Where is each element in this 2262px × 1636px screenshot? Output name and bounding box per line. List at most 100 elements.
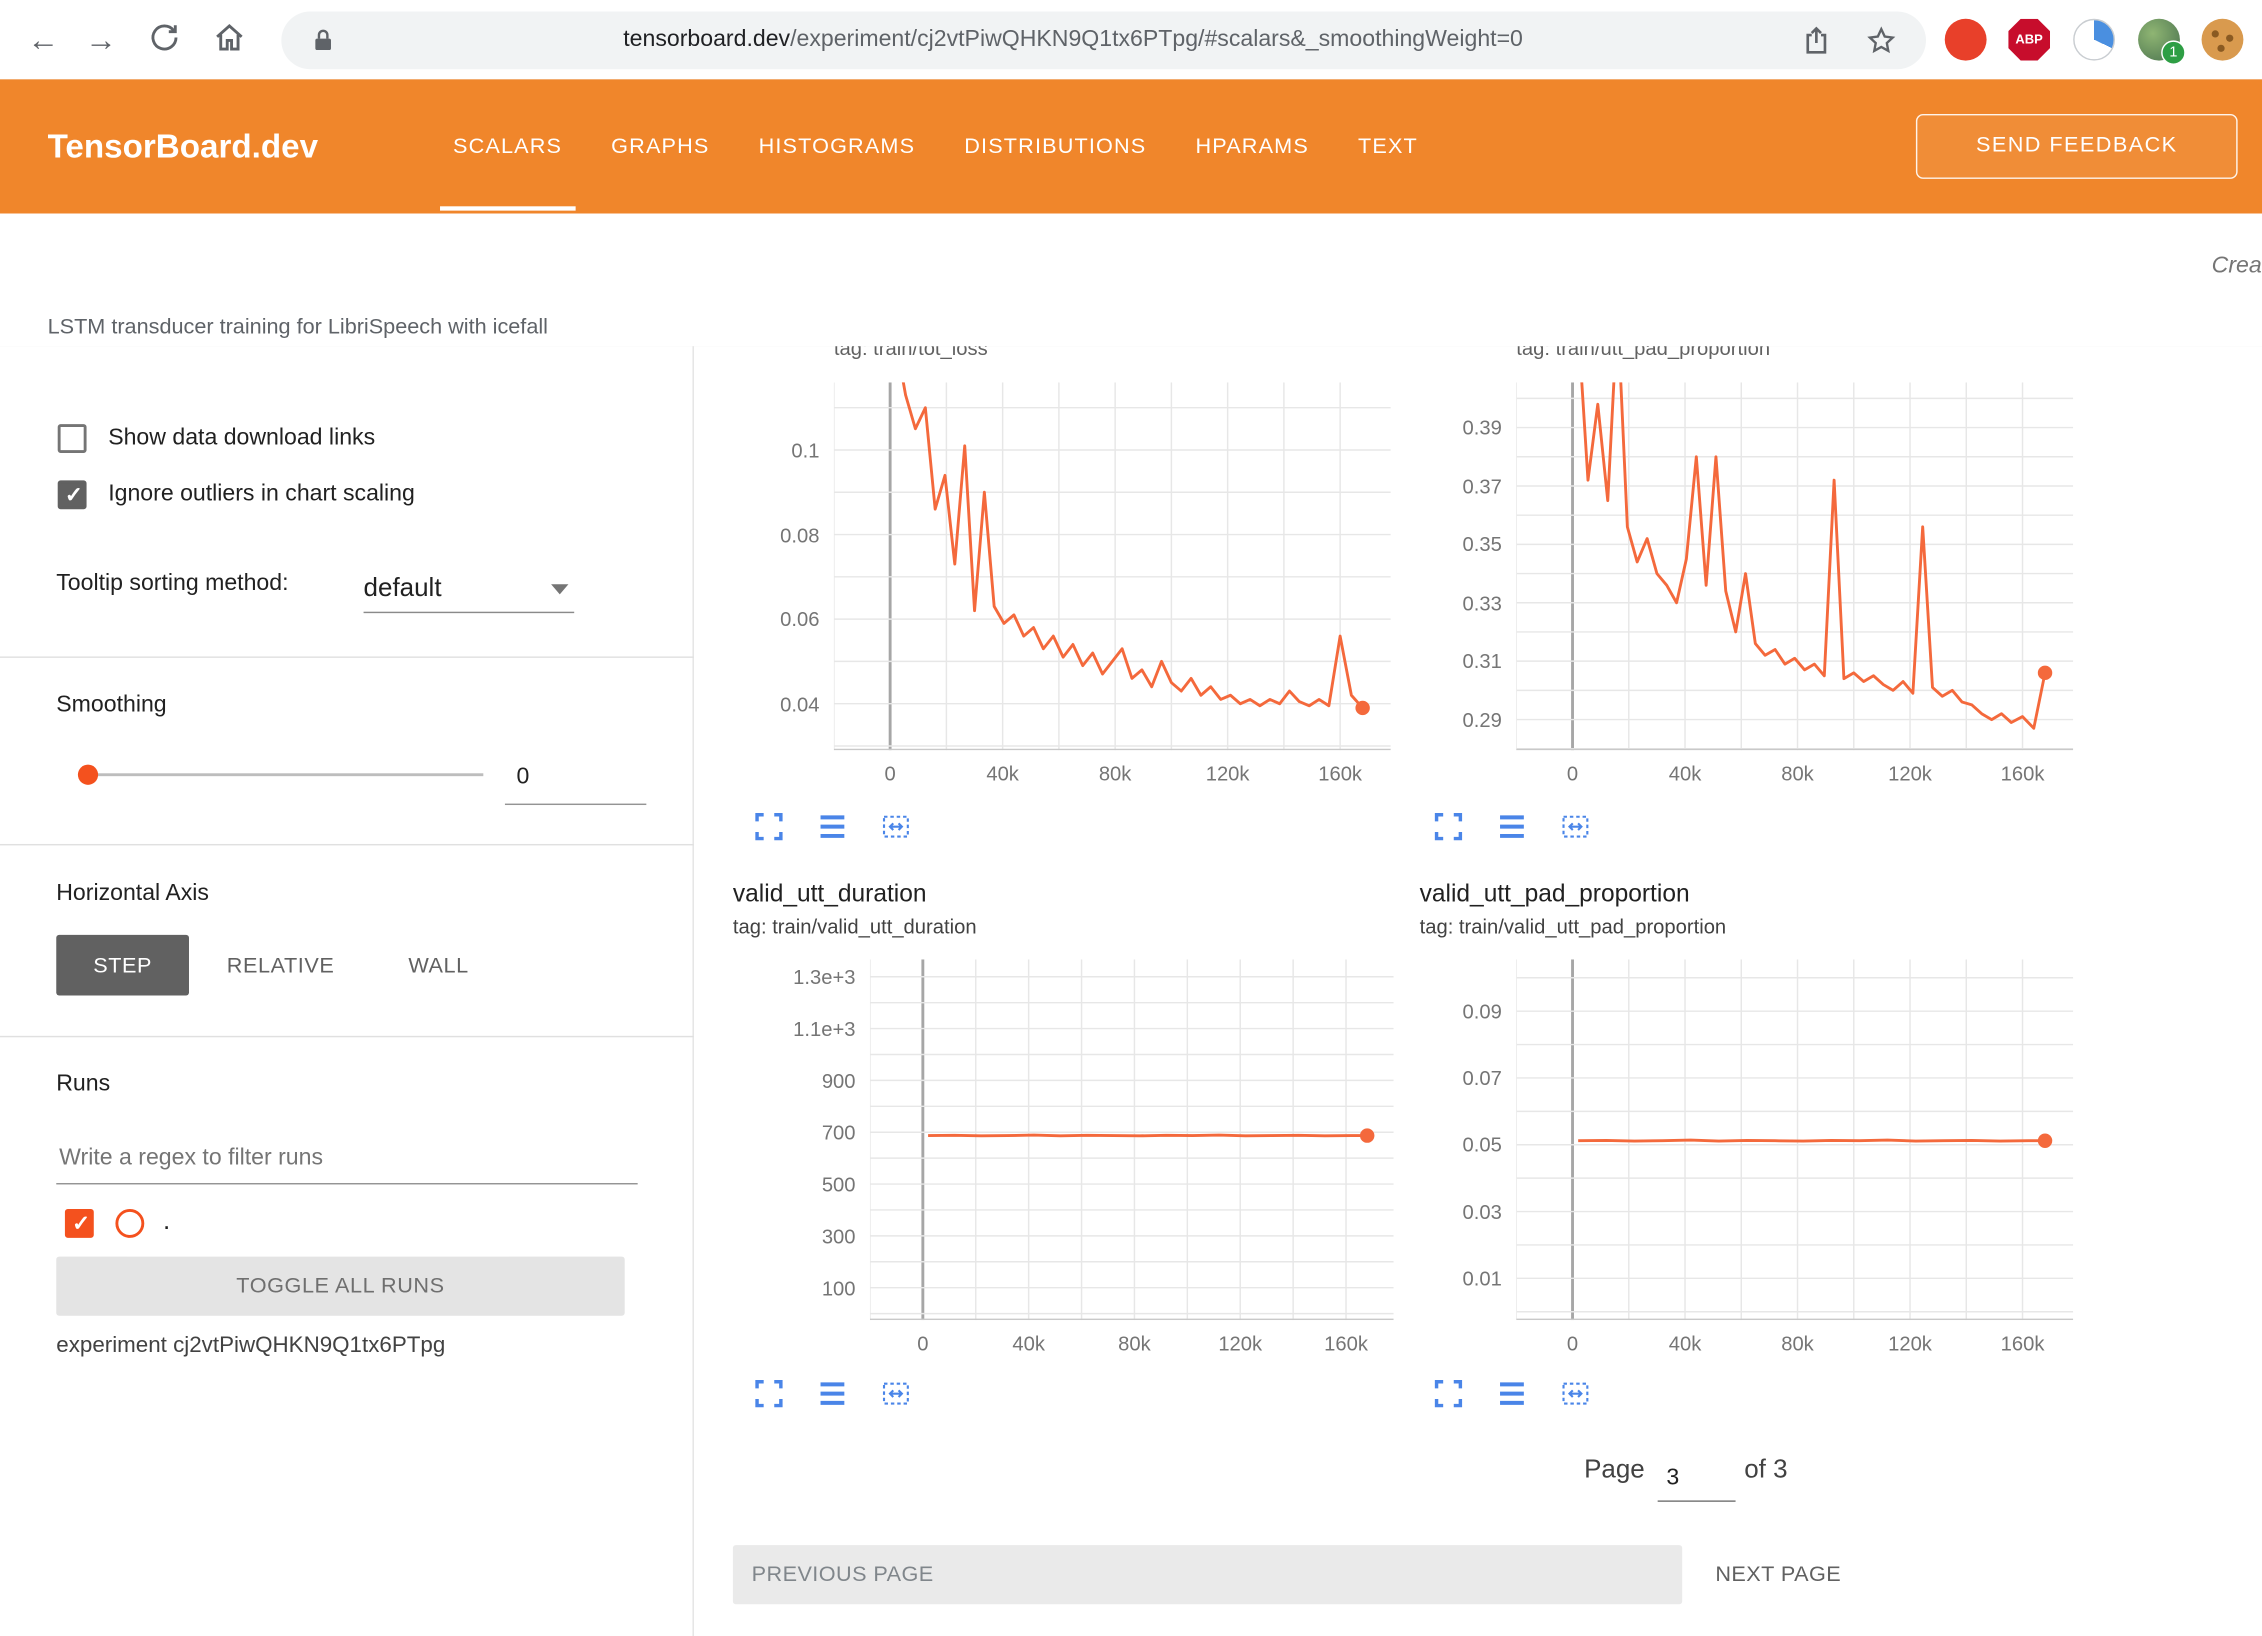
scalar-chart-valid-utt-pad-proportion[interactable]: 0.010.030.050.070.09040k80k120k160k: [1516, 959, 2073, 1320]
x-tick-label: 120k: [1867, 1332, 1954, 1355]
page-label: Page: [1584, 1454, 1645, 1484]
fit-domain-icon[interactable]: [880, 1378, 912, 1410]
extension-red-icon[interactable]: [1945, 19, 1987, 61]
tab-distributions[interactable]: DISTRIBUTIONS: [940, 79, 1171, 213]
fit-domain-icon[interactable]: [1560, 811, 1592, 843]
chart-title: valid_utt_pad_proportion: [1420, 880, 1690, 909]
page-of-label: of 3: [1744, 1454, 1787, 1484]
tooltip-sorting-dropdown[interactable]: default: [364, 566, 575, 614]
extension-pie-icon[interactable]: [2073, 19, 2115, 61]
y-tick-label: 1.3e+3: [793, 964, 855, 990]
url-path: /experiment/cj2vtPiwQHKN9Q1tx6PTpg/#scal…: [790, 27, 1523, 52]
fullscreen-icon[interactable]: [1433, 1378, 1465, 1410]
browser-toolbar: ← → tensorboard.dev/experiment/cj2vtPiwQ…: [0, 0, 2262, 81]
show-download-links-checkbox[interactable]: [58, 424, 87, 453]
y-tick-label: 0.08: [780, 522, 819, 548]
chart-title: valid_utt_duration: [733, 880, 927, 909]
fit-domain-icon[interactable]: [880, 811, 912, 843]
y-tick-label: 500: [822, 1171, 856, 1197]
axis-step-button[interactable]: STEP: [56, 935, 189, 996]
tooltip-sorting-value: default: [364, 573, 442, 602]
x-tick-label: 160k: [1297, 762, 1384, 785]
profile-avatar[interactable]: 1: [2138, 19, 2180, 61]
run-color-swatch[interactable]: [115, 1209, 144, 1238]
back-icon[interactable]: ←: [23, 20, 63, 60]
x-tick-label: 120k: [1867, 762, 1954, 785]
y-tick-label: 900: [822, 1067, 856, 1093]
fullscreen-icon[interactable]: [1433, 811, 1465, 843]
url-bar[interactable]: tensorboard.dev/experiment/cj2vtPiwQHKN9…: [281, 12, 1926, 70]
axis-relative-button[interactable]: RELATIVE: [189, 935, 372, 996]
scalar-chart-valid-utt-duration[interactable]: 1003005007009001.1e+31.3e+3040k80k120k16…: [870, 959, 1394, 1320]
tab-hparams[interactable]: HPARAMS: [1171, 79, 1334, 213]
chart-tag: tag: train/valid_utt_pad_proportion: [1420, 915, 1727, 938]
tab-text[interactable]: TEXT: [1333, 79, 1442, 213]
forward-icon[interactable]: →: [81, 20, 121, 60]
url-domain: tensorboard.dev: [623, 27, 790, 52]
divider: [0, 656, 694, 657]
url-text: tensorboard.dev/experiment/cj2vtPiwQHKN9…: [623, 12, 1523, 70]
share-icon[interactable]: [1800, 25, 1832, 57]
runs-filter-input[interactable]: [56, 1133, 637, 1185]
y-tick-label: 100: [822, 1275, 856, 1301]
show-download-links-label: Show data download links: [108, 426, 375, 452]
chart-toolbar: [1433, 811, 1592, 843]
y-tick-label: 0.33: [1463, 590, 1502, 616]
home-icon[interactable]: [209, 20, 249, 60]
chart-tag: tag: train/valid_utt_duration: [733, 915, 977, 938]
cookie-icon[interactable]: [2202, 19, 2244, 61]
chart-tag-clipped: tag: train/utt_pad_proportion: [1516, 346, 1770, 359]
truncated-right-text: Crea: [2212, 254, 2262, 280]
divider: [0, 1036, 694, 1037]
smoothing-label: Smoothing: [56, 692, 166, 718]
smoothing-slider[interactable]: [79, 773, 483, 776]
tab-graphs[interactable]: GRAPHS: [587, 79, 734, 213]
run-name: .: [163, 1206, 170, 1236]
app-header: TensorBoard.dev SCALARS GRAPHS HISTOGRAM…: [0, 79, 2262, 213]
bookmark-star-icon[interactable]: [1865, 25, 1897, 57]
y-tick-label: 0.37: [1463, 473, 1502, 499]
y-tick-label: 0.29: [1463, 707, 1502, 733]
fit-domain-icon[interactable]: [1560, 1378, 1592, 1410]
x-tick-label: 40k: [1642, 1332, 1729, 1355]
y-tick-label: 0.01: [1463, 1265, 1502, 1291]
y-tick-label: 1.1e+3: [793, 1016, 855, 1042]
x-tick-label: 0: [880, 1332, 967, 1355]
x-tick-label: 40k: [985, 1332, 1072, 1355]
chevron-down-icon: [551, 584, 568, 594]
y-tick-label: 0.09: [1463, 998, 1502, 1024]
y-tick-label: 0.07: [1463, 1065, 1502, 1091]
page-number-input[interactable]: [1658, 1457, 1736, 1502]
scalar-chart-tot-loss[interactable]: 0.040.060.080.1040k80k120k160k: [834, 382, 1391, 750]
axis-wall-button[interactable]: WALL: [372, 935, 505, 996]
fullscreen-icon[interactable]: [753, 811, 785, 843]
smoothing-value-input[interactable]: [505, 752, 646, 805]
horizontal-lines-icon[interactable]: [817, 1378, 849, 1410]
x-tick-label: 160k: [1979, 762, 2066, 785]
horizontal-lines-icon[interactable]: [817, 811, 849, 843]
padlock-icon: [309, 26, 338, 55]
tab-scalars[interactable]: SCALARS: [428, 79, 586, 213]
x-tick-label: 40k: [1642, 762, 1729, 785]
chart-tag-clipped: tag: train/tot_loss: [834, 346, 988, 359]
smoothing-slider-thumb[interactable]: [78, 765, 98, 785]
next-page-button[interactable]: NEXT PAGE: [1707, 1545, 1850, 1604]
notification-badge: 1: [2161, 40, 2186, 65]
ignore-outliers-checkbox[interactable]: [58, 480, 87, 509]
chart-toolbar: [1433, 1378, 1592, 1410]
x-tick-label: 40k: [959, 762, 1046, 785]
horizontal-lines-icon[interactable]: [1496, 811, 1528, 843]
x-tick-label: 160k: [1303, 1332, 1390, 1355]
run-checkbox[interactable]: [65, 1209, 94, 1238]
horizontal-lines-icon[interactable]: [1496, 1378, 1528, 1410]
y-tick-label: 700: [822, 1119, 856, 1145]
scalar-chart-utt-pad-proportion[interactable]: 0.290.310.330.350.370.39040k80k120k160k: [1516, 382, 2073, 750]
fullscreen-icon[interactable]: [753, 1378, 785, 1410]
previous-page-button[interactable]: PREVIOUS PAGE: [733, 1545, 1682, 1604]
tab-histograms[interactable]: HISTOGRAMS: [734, 79, 940, 213]
toggle-all-runs-button[interactable]: TOGGLE ALL RUNS: [56, 1257, 624, 1316]
reload-icon[interactable]: [144, 20, 184, 60]
adblock-plus-icon[interactable]: ABP: [2008, 19, 2050, 61]
send-feedback-button[interactable]: SEND FEEDBACK: [1916, 114, 2238, 179]
x-tick-label: 160k: [1979, 1332, 2066, 1355]
